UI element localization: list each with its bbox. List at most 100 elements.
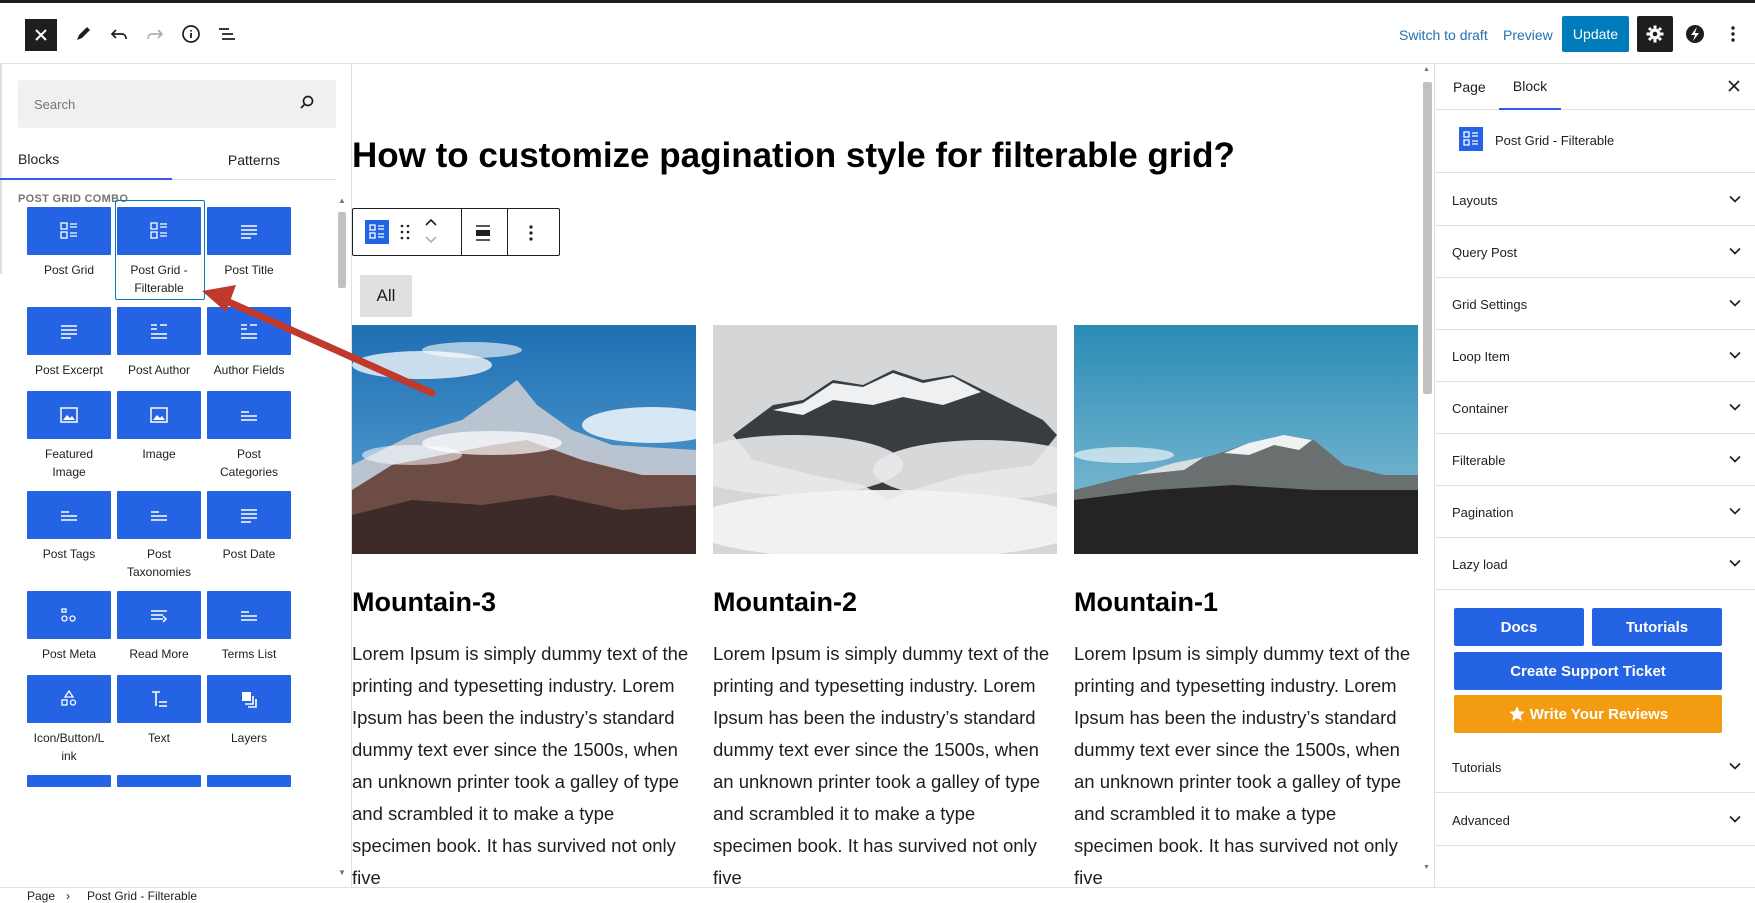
panel-label: Layouts (1452, 193, 1498, 208)
scroll-up-arrow[interactable]: ▲ (1423, 66, 1430, 73)
panel-toggle[interactable] (1728, 504, 1742, 523)
switch-to-draft-link[interactable]: Switch to draft (1399, 27, 1488, 43)
breadcrumb-current[interactable]: Post Grid - Filterable (87, 889, 197, 903)
breadcrumb: Page › Post Grid - Filterable (0, 887, 1755, 903)
star-icon (1509, 706, 1525, 721)
close-icon (1728, 80, 1740, 92)
post-title[interactable]: Mountain-3 (352, 586, 696, 618)
inserter-scroll-thumb[interactable] (338, 212, 346, 288)
block-icon-partial[interactable] (117, 775, 201, 787)
post-card: Mountain-3 Lorem Ipsum is simply dummy t… (352, 325, 696, 887)
pencil-icon (77, 27, 90, 40)
align-button[interactable] (473, 223, 493, 248)
tutorials-button[interactable]: Tutorials (1592, 608, 1722, 646)
tab-block[interactable]: Block (1499, 64, 1561, 110)
scroll-down-arrow[interactable]: ▼ (338, 868, 346, 877)
close-icon (35, 29, 47, 41)
panel-toggle[interactable] (1728, 296, 1742, 315)
move-down-button[interactable] (423, 233, 439, 252)
create-support-ticket-button[interactable]: Create Support Ticket (1454, 652, 1722, 690)
panel-label: Tutorials (1452, 760, 1502, 775)
terms-list-icon (207, 591, 291, 639)
chevron-down-icon (1729, 247, 1741, 255)
post-excerpt: Lorem Ipsum is simply dummy text of the … (713, 643, 1050, 887)
move-up-button[interactable] (423, 215, 439, 234)
tab-patterns[interactable]: Patterns (172, 140, 336, 180)
chevron-down-icon (1729, 762, 1741, 770)
panel-toggle[interactable] (1728, 452, 1742, 471)
mountain-image (713, 325, 1057, 554)
write-reviews-button[interactable]: Write Your Reviews (1454, 695, 1722, 733)
docs-button[interactable]: Docs (1454, 608, 1584, 646)
panel-toggle[interactable] (1728, 192, 1742, 211)
tab-page[interactable]: Page (1453, 64, 1486, 110)
settings-button[interactable] (1637, 16, 1673, 52)
grid-block-icon (117, 207, 201, 255)
settings-sidebar: Page Block Post Grid - Filterable Layout… (1434, 64, 1755, 887)
options-button[interactable] (1718, 19, 1748, 49)
post-title[interactable]: Mountain-2 (713, 586, 1057, 618)
canvas-scroll-thumb[interactable] (1423, 82, 1432, 394)
panel-grid-settings[interactable]: Grid Settings (1435, 278, 1755, 330)
breadcrumb-separator-icon: › (66, 889, 70, 903)
plugin-button[interactable] (1680, 19, 1710, 49)
block-item-label: Post Excerpt (34, 363, 104, 377)
block-options-button[interactable] (528, 223, 534, 248)
close-editor-button[interactable] (25, 19, 57, 51)
block-item-label: Post Date (222, 547, 276, 561)
panel-pagination[interactable]: Pagination (1435, 486, 1755, 538)
block-item-label: Post Taxonomies (126, 547, 192, 579)
read-more-icon (117, 591, 201, 639)
block-search-input[interactable]: Search (18, 80, 336, 128)
panel-query-post[interactable]: Query Post (1435, 226, 1755, 278)
panel-toggle[interactable] (1728, 348, 1742, 367)
panel-loop-item[interactable]: Loop Item (1435, 330, 1755, 382)
undo-button[interactable] (104, 19, 134, 49)
update-button[interactable]: Update (1562, 16, 1629, 52)
panel-layouts[interactable]: Layouts (1435, 174, 1755, 226)
panel-toggle[interactable] (1728, 759, 1742, 778)
tools-button[interactable] (68, 19, 98, 49)
author-fields-icon (207, 307, 291, 355)
toolbar-divider (507, 209, 508, 255)
panel-toggle[interactable] (1728, 556, 1742, 575)
panel-filterable[interactable]: Filterable (1435, 434, 1755, 486)
info-icon (182, 25, 200, 43)
details-button[interactable] (176, 19, 206, 49)
panel-toggle[interactable] (1728, 244, 1742, 263)
post-title[interactable]: Mountain-1 (1074, 586, 1418, 618)
block-type-button[interactable] (365, 220, 389, 244)
align-wide-icon (476, 225, 490, 241)
chevron-up-icon (425, 218, 437, 226)
block-item-label: Image (142, 447, 176, 461)
panel-advanced[interactable]: Advanced (1435, 794, 1755, 846)
inserter-scrollbar[interactable]: ▲ ▼ (336, 192, 350, 882)
filter-all-button[interactable]: All (360, 275, 412, 317)
editor-header: Switch to draft Preview Update (0, 0, 1755, 64)
redo-button[interactable] (140, 19, 170, 49)
panel-label: Pagination (1452, 505, 1514, 520)
block-icon-partial[interactable] (207, 775, 291, 787)
list-view-button[interactable] (212, 19, 242, 49)
block-item-label: Read More (129, 647, 189, 661)
panel-toggle[interactable] (1728, 812, 1742, 831)
block-item-label: Featured Image (44, 447, 94, 479)
icon-button-link-icon (27, 675, 111, 723)
block-icon-partial[interactable] (27, 775, 111, 787)
breadcrumb-page[interactable]: Page (27, 889, 55, 903)
gear-icon (1646, 25, 1664, 43)
close-sidebar-button[interactable] (1726, 78, 1742, 99)
panel-container[interactable]: Container (1435, 382, 1755, 434)
preview-link[interactable]: Preview (1503, 27, 1553, 43)
panel-tutorials[interactable]: Tutorials (1435, 741, 1755, 793)
drag-handle[interactable] (399, 223, 411, 246)
panel-toggle[interactable] (1728, 400, 1742, 419)
panel-lazy-load[interactable]: Lazy load (1435, 538, 1755, 590)
scroll-up-arrow[interactable]: ▲ (338, 196, 346, 205)
tab-blocks[interactable]: Blocks (0, 140, 172, 180)
canvas-scrollbar[interactable]: ▲ ▼ (1420, 64, 1434, 887)
editor-canvas: How to customize pagination style for fi… (352, 64, 1420, 887)
chevron-down-icon (1729, 559, 1741, 567)
page-title[interactable]: How to customize pagination style for fi… (352, 136, 1235, 176)
scroll-down-arrow[interactable]: ▼ (1423, 864, 1430, 871)
